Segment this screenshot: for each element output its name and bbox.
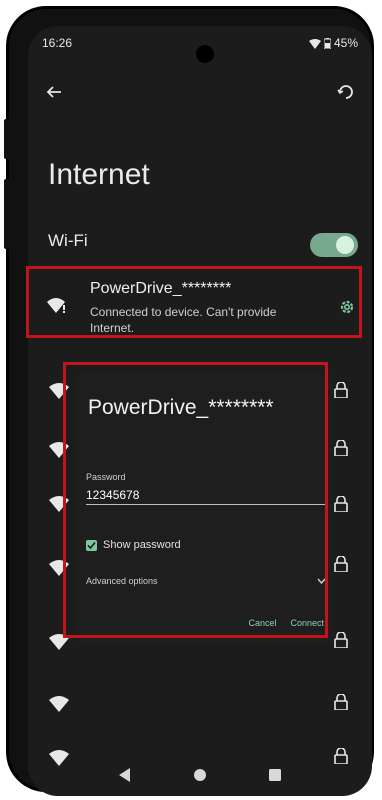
page-title: Internet — [48, 158, 150, 191]
toggle-knob — [336, 236, 354, 254]
dialog-highlight — [63, 362, 328, 638]
top-app-bar — [42, 80, 358, 104]
connected-network-highlight — [26, 266, 362, 338]
lock-icon — [334, 632, 348, 648]
triangle-back-icon — [119, 768, 131, 782]
nav-recents-button[interactable] — [268, 768, 282, 782]
wifi-signal-icon — [49, 696, 69, 712]
front-camera — [196, 45, 214, 63]
battery-percent: 45% — [333, 36, 358, 50]
lock-icon — [334, 496, 348, 512]
lock-icon — [334, 382, 348, 398]
power-button — [4, 179, 10, 249]
arrow-left-icon — [46, 86, 61, 98]
nav-home-button[interactable] — [193, 768, 207, 782]
circle-home-icon — [193, 769, 206, 781]
lock-icon — [334, 694, 348, 710]
lock-icon — [334, 440, 348, 456]
square-recents-icon — [268, 769, 281, 781]
wifi-toggle[interactable] — [310, 233, 358, 257]
refresh-button[interactable] — [334, 80, 358, 104]
nav-back-button[interactable] — [118, 768, 132, 782]
battery-icon — [323, 37, 331, 49]
status-right: 45% — [308, 36, 358, 50]
wifi-label: Wi-Fi — [48, 231, 88, 250]
lock-icon — [334, 556, 348, 572]
system-navbar — [28, 754, 372, 796]
refresh-icon — [337, 85, 353, 99]
back-button[interactable] — [42, 80, 66, 104]
status-time: 16:26 — [42, 36, 73, 50]
wifi-toggle-row[interactable]: Wi-Fi — [48, 231, 358, 261]
volume-button — [4, 119, 10, 159]
wifi-status-icon — [308, 38, 321, 49]
